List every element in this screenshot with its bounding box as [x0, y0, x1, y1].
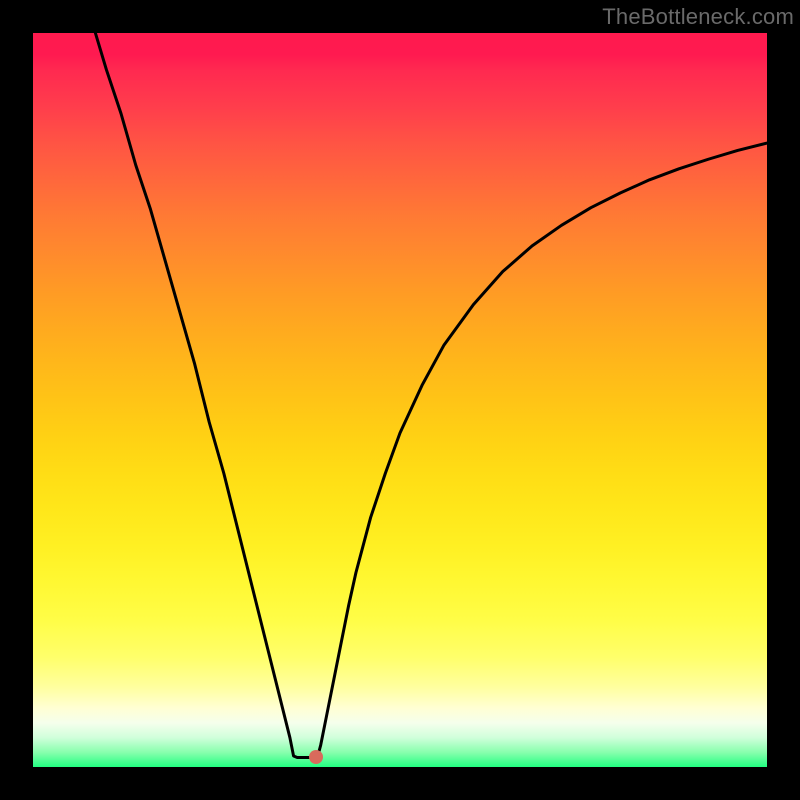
attribution-label: TheBottleneck.com [602, 4, 794, 30]
bottleneck-curve [33, 33, 767, 767]
optimal-point-marker [309, 750, 323, 764]
chart-container: TheBottleneck.com [0, 0, 800, 800]
plot-area [33, 33, 767, 767]
